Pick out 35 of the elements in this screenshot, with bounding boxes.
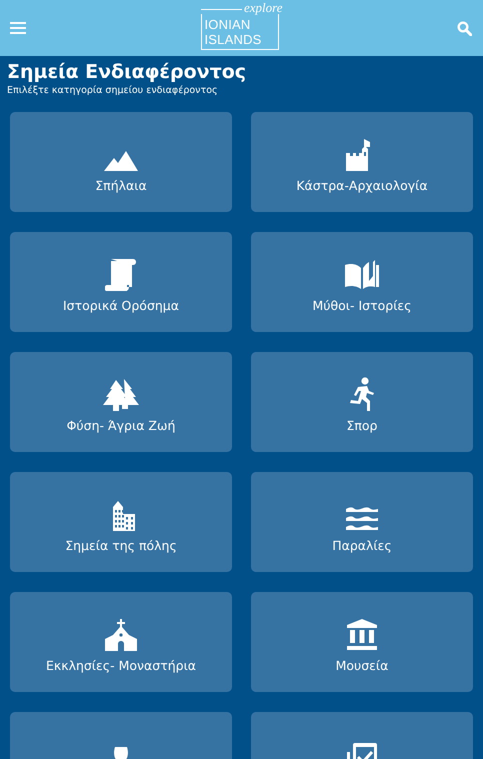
waves-icon — [346, 507, 378, 531]
category-card[interactable]: Ιστορικά Ορόσημα — [10, 232, 232, 332]
category-card[interactable]: Εκκλησίες- Μοναστήρια — [10, 592, 232, 692]
logo-text: IONIAN — [204, 16, 252, 32]
scroll-icon — [105, 259, 137, 291]
trees-icon — [103, 379, 139, 411]
category-card[interactable]: Σπήλαια — [10, 112, 232, 212]
category-card[interactable]: Σπορ — [251, 352, 473, 452]
category-label: Σπορ — [346, 418, 378, 434]
category-card[interactable]: Φύση- Άγρια Ζωή — [10, 352, 232, 452]
search-icon[interactable] — [457, 20, 472, 36]
category-label: Μουσεία — [336, 658, 388, 674]
church-icon — [105, 619, 137, 651]
category-label: Σπήλαια — [95, 178, 147, 194]
running-person-icon — [349, 377, 375, 411]
mountains-icon — [104, 149, 138, 171]
category-label: Φύση- Άγρια Ζωή — [66, 418, 176, 434]
category-label: Σημεία της πόλης — [65, 538, 177, 554]
category-label: Εκκλησίες- Μοναστήρια — [46, 658, 196, 674]
menu-icon[interactable] — [10, 22, 26, 34]
category-label: Παραλίες — [332, 538, 392, 554]
category-card[interactable]: Κάστρα-Αρχαιολογία — [251, 112, 473, 212]
museum-icon — [346, 619, 378, 651]
logo-text: ISLANDS — [204, 32, 263, 46]
category-card[interactable]: Παραλίες — [251, 472, 473, 572]
category-label: Μύθοι- Ιστορίες — [312, 298, 412, 314]
page-subtitle: Επιλέξτε κατηγορία σημείου ενδιαφέροντος — [7, 85, 219, 97]
category-label: Κάστρα-Αρχαιολογία — [296, 178, 428, 194]
logo-tagline: explore — [243, 2, 282, 14]
category-card[interactable]: Μουσεία — [251, 592, 473, 692]
page-title: Σημεία Ενδιαφέροντος — [7, 60, 248, 85]
open-book-icon — [345, 259, 379, 291]
category-card[interactable]: Μύθοι- Ιστορίες — [251, 232, 473, 332]
category-label: Ιστορικά Ορόσημα — [63, 298, 179, 314]
category-card[interactable]: Σημεία της πόλης — [10, 472, 232, 572]
